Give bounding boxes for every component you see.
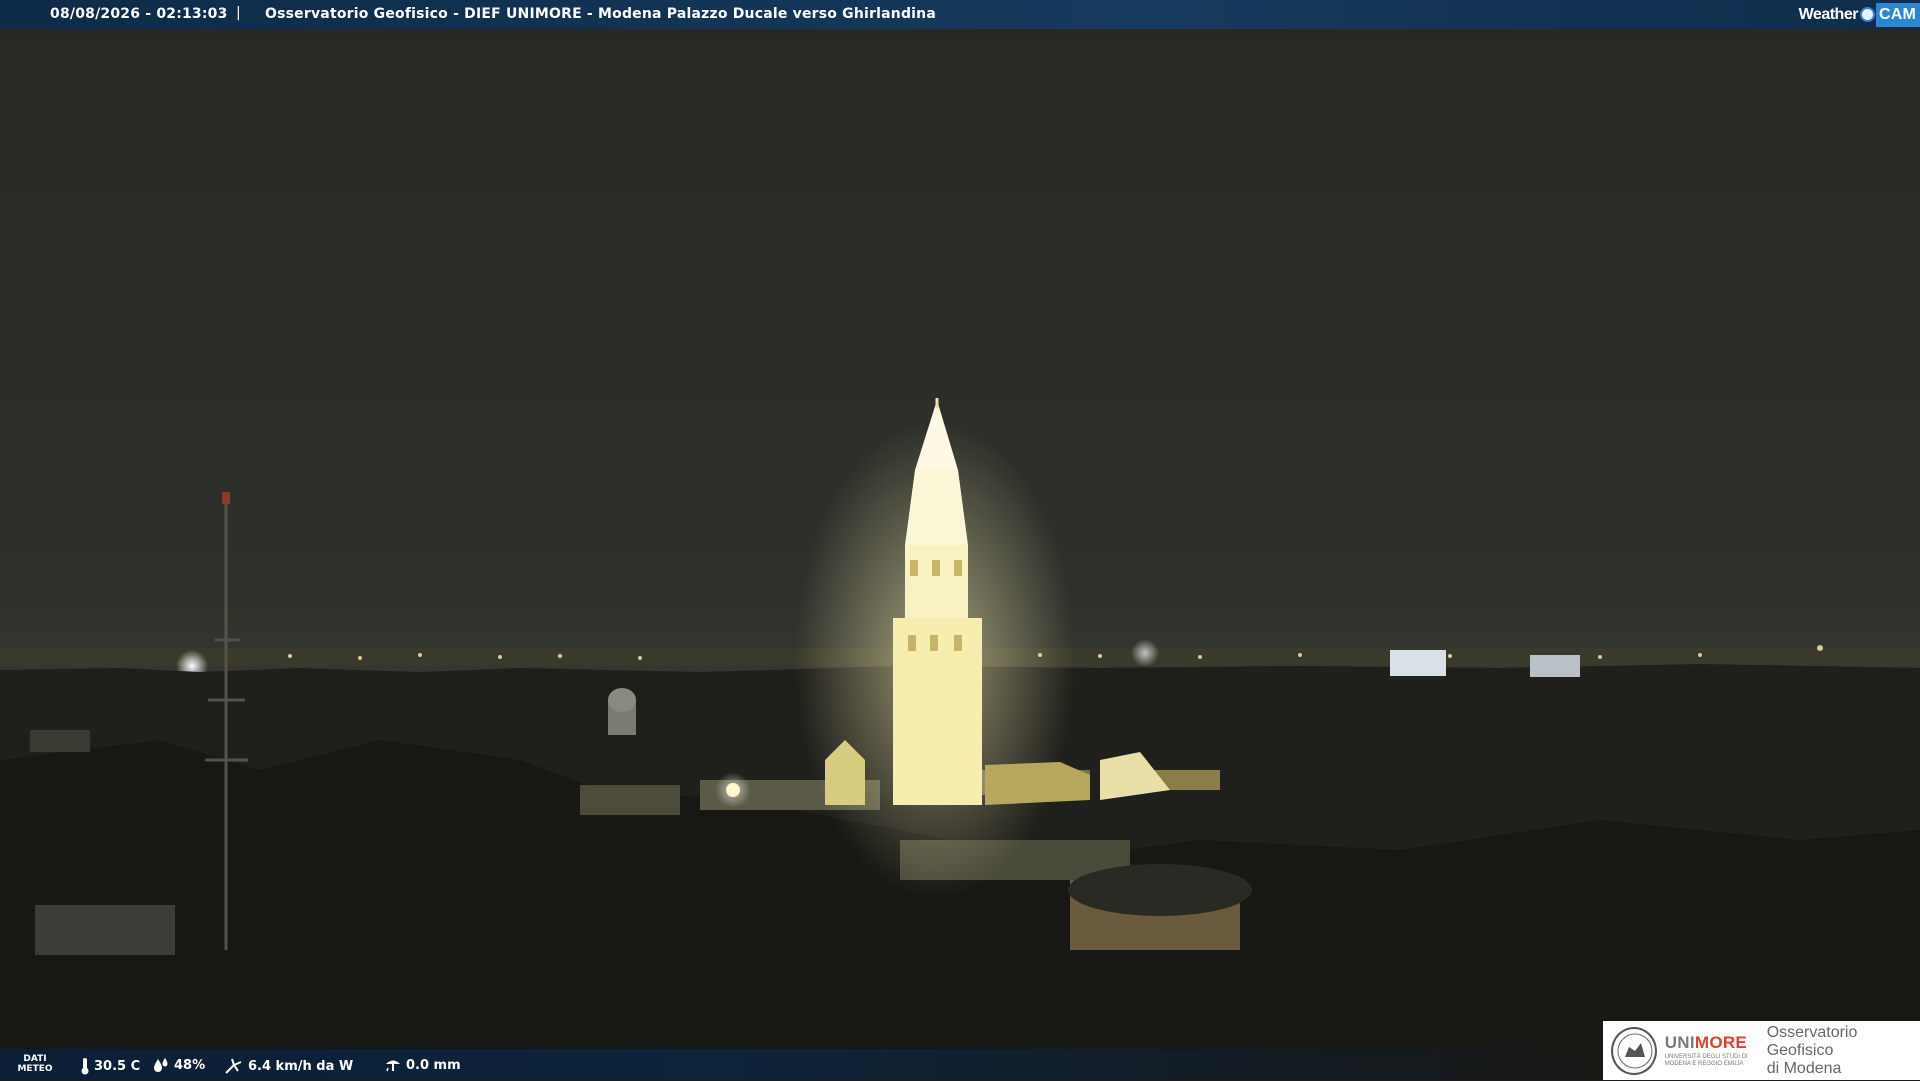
rain-value: 0.0 mm	[406, 1057, 461, 1073]
rain-item: 0.0 mm	[384, 1057, 461, 1073]
unimore-subtitle: UNIVERSITÀ DEGLI STUDI DI MODENA E REGGI…	[1664, 1054, 1748, 1067]
separator: |	[236, 5, 241, 21]
humidity-item: 48%	[152, 1057, 205, 1073]
unimore-wordmark: UNIMORE	[1665, 1033, 1755, 1053]
temperature-item: 30.5 C	[80, 1057, 140, 1075]
humidity-drop-icon	[154, 1058, 168, 1072]
dati-label: DATI	[23, 1054, 47, 1064]
unimore-brand: UNIMORE UNIVERSITÀ DEGLI STUDI DI MODENA…	[1665, 1033, 1755, 1068]
meteo-label: METEO	[17, 1064, 53, 1074]
logo-weather-text: Weather	[1798, 5, 1859, 23]
logo-cam-text: CAM	[1875, 2, 1920, 27]
temperature-value: 30.5 C	[94, 1058, 141, 1074]
weather-data-bar: DATI METEO 30.5 C 48% 6.4 km/h da W 0.0 …	[0, 1049, 1600, 1080]
camera-title: Osservatorio Geofisico - DIEF UNIMORE - …	[265, 6, 936, 22]
wind-value: 6.4 km/h da W	[248, 1058, 354, 1074]
wind-icon	[225, 1058, 242, 1074]
rain-gauge-icon	[386, 1060, 400, 1072]
timestamp: 08/08/2026 - 02:13:03	[50, 6, 228, 22]
observatory-line2: di Modena	[1766, 1059, 1842, 1077]
webcam-image	[0, 0, 1920, 1080]
observatory-line1: Osservatorio Geofisico	[1766, 1023, 1858, 1059]
humidity-value: 48%	[174, 1057, 206, 1073]
top-banner: 08/08/2026 - 02:13:03 | Osservatorio Geo…	[0, 0, 1920, 29]
university-seal-icon	[1611, 1026, 1657, 1075]
brand-grey: UNI	[1664, 1033, 1695, 1052]
weathercam-logo: Weather CAM	[1799, 0, 1920, 29]
wind-item: 6.4 km/h da W	[224, 1057, 353, 1075]
unimore-logo-box: UNIMORE UNIVERSITÀ DEGLI STUDI DI MODENA…	[1603, 1021, 1920, 1080]
thermometer-icon	[81, 1058, 89, 1075]
observatory-name: Osservatorio Geofisico di Modena	[1767, 1024, 1920, 1078]
brand-red: MORE	[1694, 1033, 1748, 1052]
dati-meteo-label: DATI METEO	[4, 1051, 66, 1081]
logo-dot-icon	[1859, 7, 1875, 22]
